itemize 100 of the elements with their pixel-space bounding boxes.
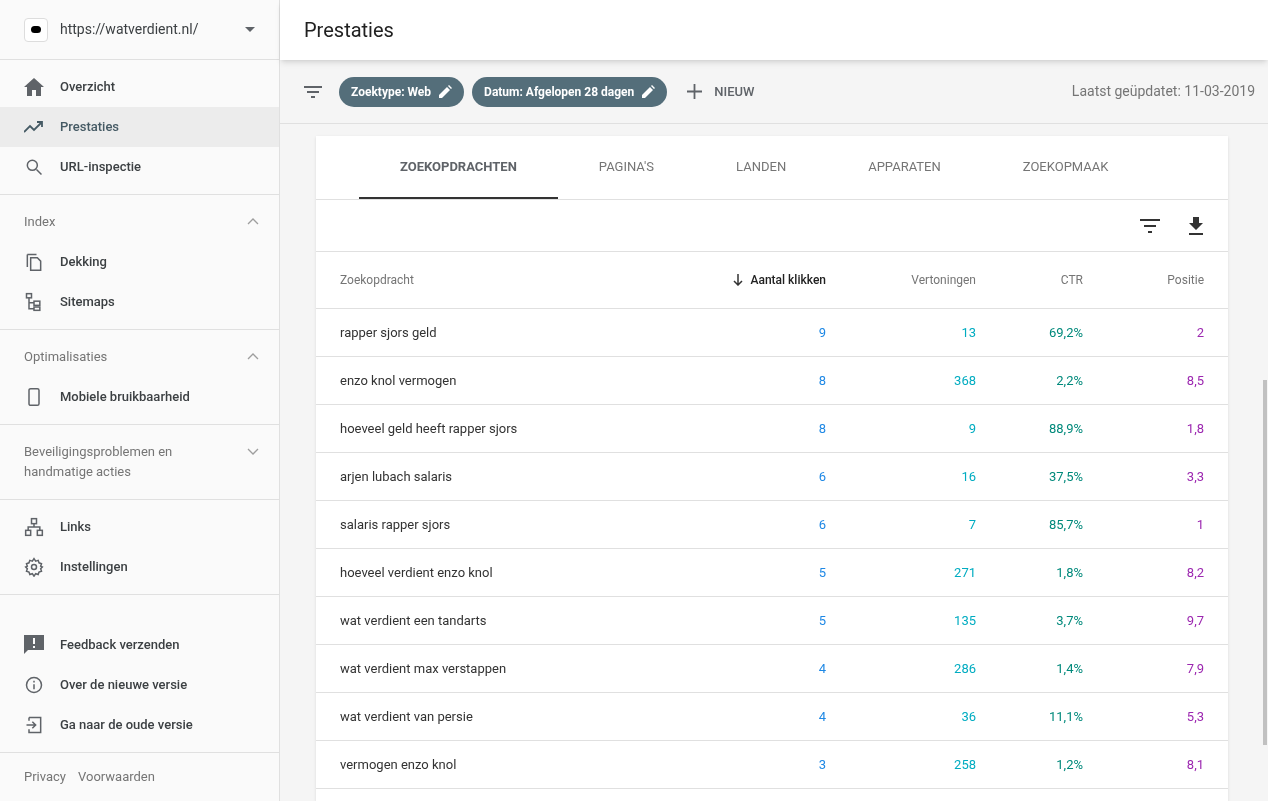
- metric-cell-text: 13: [960, 323, 976, 342]
- nav-item[interactable]: Mobiele bruikbaarheid: [0, 377, 279, 417]
- tab[interactable]: PAGINA'S: [557, 136, 696, 199]
- scrollbar-thumb[interactable]: [1263, 380, 1267, 745]
- dropdown-caret-icon[interactable]: [245, 27, 255, 32]
- metric-cell-text: 5,3: [1185, 707, 1204, 726]
- tab[interactable]: LANDEN: [695, 136, 828, 199]
- column-header[interactable]: CTR: [976, 271, 1083, 289]
- trend-icon: [24, 121, 44, 133]
- metric-cell-text: 36: [960, 707, 976, 726]
- sort-arrow-icon: [732, 274, 743, 286]
- query-cell-text: hoeveel geld heeft rapper sjors: [340, 419, 519, 438]
- metric-cell-text: 8,1: [1185, 755, 1204, 774]
- metric-cell-text: 8,2: [1185, 563, 1204, 582]
- nav-item[interactable]: Feedback verzenden: [0, 625, 279, 665]
- tab[interactable]: ZOEKOPMAAK: [981, 136, 1150, 199]
- query-cell-text: vermogen enzo knol: [340, 755, 458, 774]
- column-header[interactable]: Vertoningen: [826, 271, 976, 289]
- filter-icon[interactable]: [304, 85, 322, 98]
- metric-cell-text: 8,5: [1185, 371, 1204, 390]
- new-filter-button[interactable]: NIEUW: [687, 81, 755, 102]
- filter-chip[interactable]: Zoektype: Web: [339, 76, 465, 107]
- filter-chip[interactable]: Datum: Afgelopen 28 dagen: [472, 76, 668, 107]
- metric-cell-text: 286: [953, 659, 976, 678]
- last-updated-text: Laatst geüpdatet: 11-03-2019: [1071, 82, 1255, 101]
- metric-cell-text: 1,2%: [1055, 755, 1083, 774]
- pencil-icon: [439, 85, 453, 98]
- network-icon: [24, 517, 44, 537]
- metric-cell-text: 8: [817, 371, 826, 390]
- metric-cell-text: 1: [1195, 515, 1204, 534]
- section-header[interactable]: Optimalisaties: [24, 347, 184, 367]
- info-icon: [24, 675, 44, 695]
- column-header[interactable]: Aantal klikken: [666, 271, 826, 289]
- metric-cell-text: 6: [817, 515, 826, 534]
- footer-link[interactable]: Voorwaarden: [78, 767, 155, 787]
- site-logo: [24, 17, 48, 42]
- metric-cell-text: 85,7%: [1048, 515, 1083, 534]
- footer-link[interactable]: Privacy: [24, 767, 66, 787]
- nav-item[interactable]: Over de nieuwe versie: [0, 665, 279, 705]
- nav-item[interactable]: Instellingen: [0, 547, 279, 587]
- filter-icon[interactable]: [1140, 218, 1160, 233]
- metric-cell-text: 258: [953, 755, 976, 774]
- metric-cell-text: 135: [953, 611, 976, 630]
- metric-cell-text: 3,7%: [1055, 611, 1083, 630]
- tab[interactable]: APPARATEN: [827, 136, 982, 199]
- chevron-down-icon[interactable]: [247, 448, 259, 455]
- metric-cell-text: 1,8: [1185, 419, 1204, 438]
- metric-cell-text: 11,1%: [1048, 707, 1083, 726]
- nav-item[interactable]: Overzicht: [0, 67, 279, 107]
- metric-cell-text: 4: [817, 659, 826, 678]
- metric-cell-text: 16: [960, 467, 976, 486]
- section-header[interactable]: Beveiligingsproblemen en handmatige acties: [24, 442, 184, 482]
- nav-item[interactable]: URL-inspectie: [0, 147, 279, 187]
- metric-cell-text: 7: [967, 515, 976, 534]
- metric-cell-text: 6: [817, 467, 826, 486]
- sitemap-icon: [24, 292, 44, 312]
- exit-icon: [24, 715, 44, 735]
- metric-cell-text: 69,2%: [1048, 323, 1083, 342]
- query-cell-text: enzo knol vermogen: [340, 371, 458, 390]
- site-selector[interactable]: https://watverdient.nl/: [60, 19, 199, 40]
- metric-cell-text: 3: [817, 755, 826, 774]
- copy-icon: [24, 252, 44, 272]
- metric-cell-text: 9: [817, 323, 826, 342]
- metric-cell-text: 1,8%: [1055, 563, 1083, 582]
- metric-cell-text: 8: [817, 419, 826, 438]
- query-cell-text: arjen lubach salaris: [340, 467, 454, 486]
- metric-cell-text: 2,2%: [1055, 371, 1083, 390]
- nav-item[interactable]: Prestaties: [0, 107, 279, 147]
- chevron-up-icon[interactable]: [247, 353, 259, 360]
- metric-cell-text: 5: [817, 563, 826, 582]
- metric-cell-text: 5: [817, 611, 826, 630]
- metric-cell-text: 2: [1195, 323, 1204, 342]
- home-icon: [24, 78, 44, 96]
- pencil-icon: [642, 85, 656, 98]
- metric-cell-text: 7,9: [1185, 659, 1204, 678]
- nav-item[interactable]: Ga naar de oude versie: [0, 705, 279, 745]
- chevron-up-icon[interactable]: [247, 218, 259, 225]
- metric-cell-text: 9,7: [1185, 611, 1204, 630]
- metric-cell-text: 37,5%: [1048, 467, 1083, 486]
- metric-cell-text: 88,9%: [1048, 419, 1083, 438]
- metric-cell-text: 1,4%: [1055, 659, 1083, 678]
- query-cell-text: salaris rapper sjors: [340, 515, 452, 534]
- column-header[interactable]: Positie: [1083, 271, 1204, 289]
- metric-cell-text: 4: [817, 707, 826, 726]
- feedback-icon: [24, 635, 44, 655]
- column-header[interactable]: Zoekopdracht: [340, 271, 666, 289]
- query-cell-text: rapper sjors geld: [340, 323, 438, 342]
- metric-cell-text: 368: [953, 371, 976, 390]
- nav-item[interactable]: Dekking: [0, 242, 279, 282]
- query-cell-text: hoeveel verdient enzo knol: [340, 563, 494, 582]
- nav-item[interactable]: Sitemaps: [0, 282, 279, 322]
- query-cell-text: wat verdient van persie: [340, 707, 474, 726]
- gear-icon: [24, 557, 44, 577]
- download-icon[interactable]: [1188, 216, 1204, 235]
- section-header[interactable]: Index: [24, 212, 184, 232]
- plus-icon: [687, 84, 703, 99]
- search-icon: [24, 157, 44, 177]
- nav-item[interactable]: Links: [0, 507, 279, 547]
- metric-cell-text: 9: [967, 419, 976, 438]
- tab[interactable]: ZOEKOPDRACHTEN: [359, 136, 558, 199]
